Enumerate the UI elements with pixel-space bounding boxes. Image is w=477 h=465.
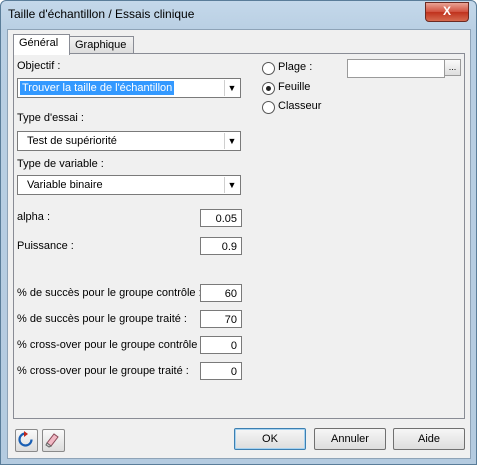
crossover-traite-label: % cross-over pour le groupe traité :: [17, 365, 189, 377]
type-essai-label: Type d'essai :: [17, 112, 84, 124]
objectif-label: Objectif :: [17, 60, 61, 72]
objectif-value: Trouver la taille de l'échantillon: [20, 81, 175, 95]
title-bar: Taille d'échantillon / Essais clinique X: [1, 1, 476, 27]
type-essai-select[interactable]: Test de supériorité ▼: [17, 131, 241, 151]
alpha-label: alpha :: [17, 211, 51, 223]
eraser-icon: [45, 433, 59, 448]
reset-button[interactable]: [15, 429, 38, 452]
crossover-traite-input[interactable]: 0: [200, 362, 242, 380]
succes-traite-label: % de succès pour le groupe traité :: [17, 313, 187, 325]
tab-general[interactable]: Général: [13, 34, 70, 55]
refresh-icon: [18, 431, 33, 447]
chevron-down-icon[interactable]: ▼: [224, 133, 239, 149]
plage-label: Plage :: [278, 61, 313, 73]
objectif-select[interactable]: Trouver la taille de l'échantillon ▼: [17, 78, 241, 98]
plage-radio[interactable]: [262, 62, 275, 75]
alpha-input[interactable]: 0.05: [200, 209, 242, 227]
dialog-client-area: Général Graphique Objectif : Trouver la …: [7, 29, 471, 459]
tab-graphique[interactable]: Graphique: [69, 36, 134, 54]
type-variable-value: Variable binaire: [27, 179, 103, 191]
range-input[interactable]: [347, 59, 445, 78]
classeur-radio[interactable]: [262, 101, 275, 114]
type-essai-value: Test de supériorité: [27, 135, 117, 147]
dialog-window: Taille d'échantillon / Essais clinique X…: [0, 0, 477, 465]
classeur-label: Classeur: [278, 100, 322, 112]
clear-button[interactable]: [42, 429, 65, 452]
bottom-button-bar: OK Annuler Aide: [13, 426, 465, 454]
chevron-down-icon[interactable]: ▼: [224, 80, 239, 96]
cancel-button[interactable]: Annuler: [314, 428, 386, 450]
crossover-controle-input[interactable]: 0: [200, 336, 242, 354]
succes-controle-input[interactable]: 60: [200, 284, 242, 302]
type-variable-select[interactable]: Variable binaire ▼: [17, 175, 241, 195]
close-button[interactable]: X: [425, 2, 469, 22]
chevron-down-icon[interactable]: ▼: [224, 177, 239, 193]
succes-controle-label: % de succès pour le groupe contrôle :: [17, 287, 202, 299]
general-tab-panel: Objectif : Trouver la taille de l'échant…: [13, 53, 465, 419]
feuille-label: Feuille: [278, 81, 311, 93]
feuille-radio[interactable]: [262, 82, 275, 95]
type-variable-label: Type de variable :: [17, 158, 104, 170]
puissance-label: Puissance :: [17, 240, 74, 252]
ok-button[interactable]: OK: [234, 428, 306, 450]
help-button[interactable]: Aide: [393, 428, 465, 450]
crossover-controle-label: % cross-over pour le groupe contrôle :: [17, 339, 204, 351]
window-title: Taille d'échantillon / Essais clinique: [8, 7, 195, 21]
range-select-button[interactable]: ...: [444, 59, 461, 76]
puissance-input[interactable]: 0.9: [200, 237, 242, 255]
succes-traite-input[interactable]: 70: [200, 310, 242, 328]
